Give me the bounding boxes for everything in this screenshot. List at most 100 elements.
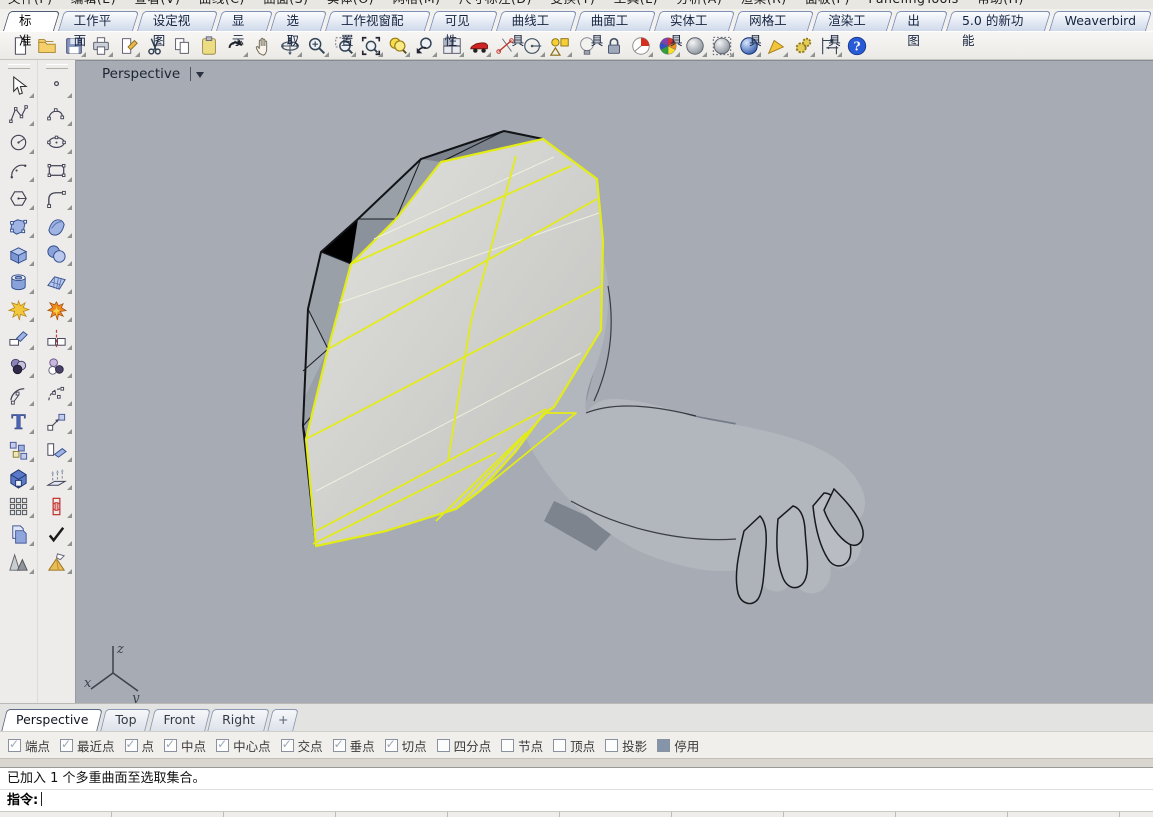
render-icon[interactable] — [762, 33, 789, 59]
ellipse-icon[interactable] — [40, 128, 73, 156]
export-notes-icon[interactable] — [114, 33, 141, 59]
command-line[interactable]: 指令: — [0, 789, 1153, 812]
tab-visibility[interactable]: 可见性 — [432, 11, 495, 31]
osnap-quadrant[interactable]: 四分点 — [437, 736, 492, 755]
cone-pair-icon[interactable] — [2, 548, 35, 576]
tab-weaverbird[interactable]: Weaverbird — [1052, 11, 1149, 31]
tab-solid-tools[interactable]: 实体工具 — [657, 11, 732, 31]
text-object-icon[interactable]: T — [2, 408, 35, 436]
osnap-center-checkbox[interactable] — [216, 739, 229, 752]
array-icon[interactable] — [2, 492, 35, 520]
osnap-tangent[interactable]: 切点 — [385, 736, 427, 755]
osnap-intersection[interactable]: 交点 — [281, 736, 323, 755]
polygon-icon[interactable] — [2, 184, 35, 212]
tab-mesh-tools[interactable]: 网格工具 — [736, 11, 811, 31]
blend-curves-icon[interactable] — [2, 352, 35, 380]
osnap-disable-checkbox[interactable] — [657, 739, 670, 752]
tab-cplane[interactable]: 工作平面 — [61, 11, 136, 31]
circle-center-icon[interactable] — [2, 128, 35, 156]
osnap-vertex[interactable]: 顶点 — [553, 736, 595, 755]
curve-handlebar-icon[interactable] — [2, 380, 35, 408]
scale-icon[interactable] — [40, 408, 73, 436]
tab-curve-tools[interactable]: 曲线工具 — [499, 11, 574, 31]
viewport-tab-add[interactable]: + — [270, 709, 296, 731]
osnap-knot[interactable]: 节点 — [501, 736, 543, 755]
osnap-near[interactable]: 最近点 — [60, 736, 115, 755]
tab-display[interactable]: 显示 — [219, 11, 270, 31]
pyramid-knife-icon[interactable] — [40, 548, 73, 576]
block-icon[interactable] — [2, 436, 35, 464]
tab-surface-tools[interactable]: 曲面工具 — [578, 11, 653, 31]
single-point-icon[interactable] — [40, 72, 73, 100]
paste-icon[interactable] — [195, 33, 222, 59]
osnap-perpendicular-checkbox[interactable] — [333, 739, 346, 752]
trim-icon[interactable] — [2, 324, 35, 352]
viewport-title[interactable]: Perspective — [102, 66, 204, 82]
sidebar-grip[interactable] — [8, 64, 30, 69]
osnap-knot-checkbox[interactable] — [501, 739, 514, 752]
sphere-icon[interactable] — [40, 240, 73, 268]
viewport-tab-top[interactable]: Top — [103, 709, 148, 731]
box-icon[interactable] — [2, 240, 35, 268]
rebuild-curve-icon[interactable] — [40, 380, 73, 408]
named-views-icon[interactable] — [465, 33, 492, 59]
osnap-center[interactable]: 中心点 — [216, 736, 271, 755]
explode-icon[interactable] — [2, 296, 35, 324]
viewport-tab-front[interactable]: Front — [152, 709, 208, 731]
print-icon[interactable] — [87, 33, 114, 59]
check-objects-icon[interactable] — [40, 520, 73, 548]
fillet-curve-icon[interactable] — [40, 184, 73, 212]
tab-new-in-v5[interactable]: 5.0 的新功能 — [949, 11, 1048, 31]
select-arrow-icon[interactable] — [2, 72, 35, 100]
copy-layers-icon[interactable] — [2, 520, 35, 548]
tab-set-view[interactable]: 设定视图 — [140, 11, 215, 31]
viewport-tab-right[interactable]: Right — [210, 709, 267, 731]
help-icon[interactable]: ? — [843, 33, 870, 59]
zoom-extents-icon[interactable] — [357, 33, 384, 59]
osnap-disable[interactable]: 停用 — [657, 736, 699, 755]
osnap-point[interactable]: 点 — [125, 736, 155, 755]
tab-standard[interactable]: 标准 — [6, 11, 57, 31]
copy-icon[interactable] — [168, 33, 195, 59]
osnap-project-checkbox[interactable] — [605, 739, 618, 752]
tab-drafting[interactable]: 出图 — [894, 11, 945, 31]
osnap-intersection-checkbox[interactable] — [281, 739, 294, 752]
mesh-surface-icon[interactable] — [40, 268, 73, 296]
pan-hand-icon[interactable] — [249, 33, 276, 59]
osnap-end[interactable]: 端点 — [8, 736, 50, 755]
rectangle-icon[interactable] — [40, 156, 73, 184]
boolean-circles-icon[interactable] — [40, 352, 73, 380]
osnap-near-checkbox[interactable] — [60, 739, 73, 752]
patch-surface-icon[interactable] — [40, 212, 73, 240]
selection-filter-icon[interactable] — [546, 33, 573, 59]
ghosted-viewport-icon[interactable] — [708, 33, 735, 59]
sidebar-grip[interactable] — [46, 64, 68, 69]
osnap-vertex-checkbox[interactable] — [553, 739, 566, 752]
osnap-end-checkbox[interactable] — [8, 739, 21, 752]
osnap-mid-checkbox[interactable] — [164, 739, 177, 752]
clamp-red-icon[interactable] — [40, 492, 73, 520]
osnap-mid[interactable]: 中点 — [164, 736, 206, 755]
shaded-viewport-icon[interactable] — [681, 33, 708, 59]
osnap-project[interactable]: 投影 — [605, 736, 647, 755]
lock-icon[interactable] — [600, 33, 627, 59]
analyze-icon[interactable] — [627, 33, 654, 59]
split-plane-icon[interactable] — [40, 436, 73, 464]
osnap-perpendicular[interactable]: 垂点 — [333, 736, 375, 755]
tab-render-tools[interactable]: 渲染工具 — [815, 11, 890, 31]
osnap-point-checkbox[interactable] — [125, 739, 138, 752]
split-icon[interactable] — [40, 324, 73, 352]
zoom-selected-icon[interactable] — [384, 33, 411, 59]
options-gear-icon[interactable] — [789, 33, 816, 59]
surface-corner-points-icon[interactable] — [2, 212, 35, 240]
polyline-icon[interactable] — [2, 100, 35, 128]
zoom-previous-icon[interactable] — [411, 33, 438, 59]
osnap-tangent-checkbox[interactable] — [385, 739, 398, 752]
solid-box-icon[interactable] — [2, 464, 35, 492]
extrude-surface-icon[interactable] — [40, 464, 73, 492]
tab-select[interactable]: 选取 — [273, 11, 324, 31]
curve-interpolate-icon[interactable] — [40, 100, 73, 128]
tab-viewport-layout[interactable]: 工作视窗配置 — [328, 11, 428, 31]
cylinder-icon[interactable] — [2, 268, 35, 296]
open-file-icon[interactable] — [33, 33, 60, 59]
